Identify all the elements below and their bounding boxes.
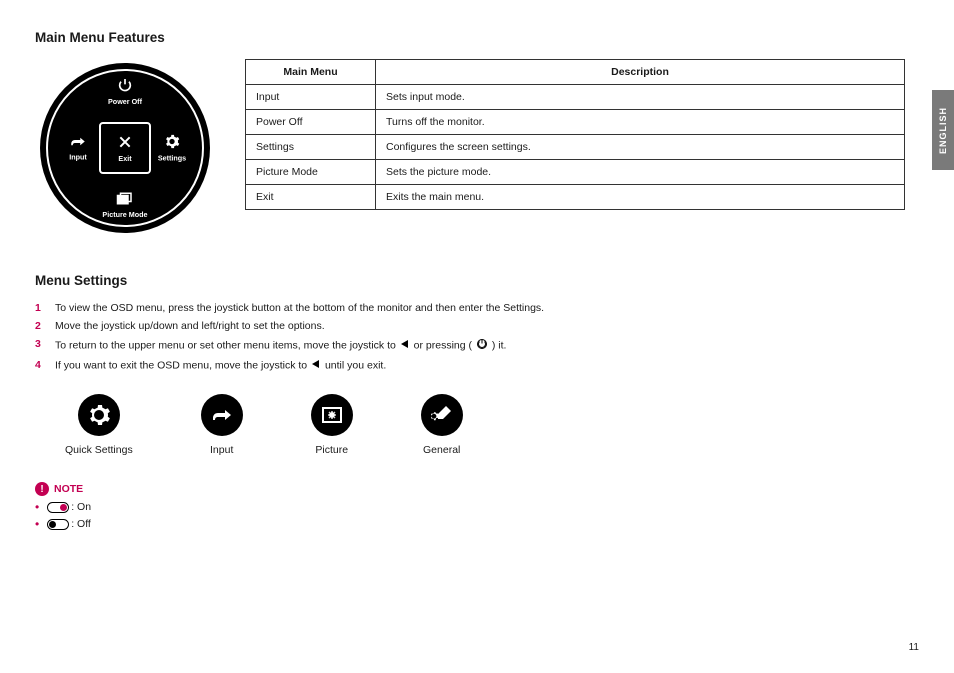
osd-dial: Power Off Input Settings xyxy=(40,63,210,233)
instruction-number: 4 xyxy=(35,359,45,371)
dial-bottom: Picture Mode xyxy=(101,191,149,219)
category-quick-settings: Quick Settings xyxy=(65,394,133,456)
table-cell-name: Input xyxy=(246,85,376,110)
section-title-menu-settings: Menu Settings xyxy=(35,273,919,288)
input-icon xyxy=(54,135,102,151)
instruction-text: Move the joystick up/down and left/right… xyxy=(55,320,325,332)
table-row: Picture Mode Sets the picture mode. xyxy=(246,160,905,185)
instruction-number: 1 xyxy=(35,302,45,314)
main-menu-features-block: Power Off Input Settings xyxy=(35,59,919,233)
table-cell-name: Exit xyxy=(246,185,376,210)
note-alert-icon: ! xyxy=(35,482,49,496)
table-cell-name: Picture Mode xyxy=(246,160,376,185)
main-menu-table: Main Menu Description Input Sets input m… xyxy=(245,59,905,210)
table-cell-desc: Sets input mode. xyxy=(376,85,905,110)
page-number: 11 xyxy=(909,642,919,653)
table-row: Settings Configures the screen settings. xyxy=(246,135,905,160)
table-cell-name: Settings xyxy=(246,135,376,160)
category-picture: Picture xyxy=(311,394,353,456)
instruction-number: 3 xyxy=(35,338,45,350)
triangle-left-icon xyxy=(311,359,321,372)
instruction-text: If you want to exit the OSD menu, move t… xyxy=(55,359,386,372)
dial-top-label: Power Off xyxy=(108,97,142,106)
triangle-left-icon xyxy=(400,339,410,352)
instruction-number: 2 xyxy=(35,320,45,332)
note-line-off: : Off xyxy=(35,517,919,531)
picture-icon xyxy=(311,394,353,436)
table-cell-desc: Configures the screen settings. xyxy=(376,135,905,160)
table-cell-desc: Sets the picture mode. xyxy=(376,160,905,185)
note-title: NOTE xyxy=(54,483,83,495)
note-off-label: : Off xyxy=(71,518,91,530)
dial-right-label: Settings xyxy=(158,154,186,163)
category-general: General xyxy=(421,394,463,456)
instruction-item: 2 Move the joystick up/down and left/rig… xyxy=(35,320,919,332)
category-label: Quick Settings xyxy=(65,444,133,456)
instruction-item: 3 To return to the upper menu or set oth… xyxy=(35,338,919,353)
note-line-on: : On xyxy=(35,500,919,514)
table-row: Input Sets input mode. xyxy=(246,85,905,110)
table-row: Power Off Turns off the monitor. xyxy=(246,110,905,135)
input-icon xyxy=(201,394,243,436)
gear-icon xyxy=(148,134,196,152)
instruction-item: 4 If you want to exit the OSD menu, move… xyxy=(35,359,919,372)
category-label: Input xyxy=(210,444,233,456)
note-heading: ! NOTE xyxy=(35,482,919,496)
note-block: ! NOTE : On : Off xyxy=(35,482,919,531)
table-cell-desc: Turns off the monitor. xyxy=(376,110,905,135)
dial-right: Settings xyxy=(148,134,196,163)
instruction-text: To return to the upper menu or set other… xyxy=(55,338,506,353)
note-on-label: : On xyxy=(71,501,91,513)
category-label: Picture xyxy=(315,444,348,456)
dial-top: Power Off xyxy=(101,77,149,106)
toggle-off-icon xyxy=(47,519,69,530)
dial-bottom-label: Picture Mode xyxy=(102,210,147,219)
close-x-icon xyxy=(117,134,133,154)
language-tab: ENGLISH xyxy=(932,90,954,170)
table-header-main-menu: Main Menu xyxy=(246,60,376,85)
dial-center: Exit xyxy=(99,122,151,174)
general-icon xyxy=(421,394,463,436)
table-row: Exit Exits the main menu. xyxy=(246,185,905,210)
section-title-main-menu-features: Main Menu Features xyxy=(35,30,919,45)
category-label: General xyxy=(423,444,460,456)
joystick-icon xyxy=(476,338,488,353)
quick-settings-icon xyxy=(78,394,120,436)
dial-left: Input xyxy=(54,135,102,162)
picture-mode-icon xyxy=(101,191,149,208)
osd-dial-diagram: Power Off Input Settings xyxy=(35,59,215,233)
instruction-text: To view the OSD menu, press the joystick… xyxy=(55,302,544,314)
toggle-on-icon xyxy=(47,502,69,513)
settings-categories-row: Quick Settings Input Picture General xyxy=(65,394,919,456)
dial-left-label: Input xyxy=(69,153,87,162)
instruction-item: 1 To view the OSD menu, press the joysti… xyxy=(35,302,919,314)
table-cell-desc: Exits the main menu. xyxy=(376,185,905,210)
instructions-list: 1 To view the OSD menu, press the joysti… xyxy=(35,302,919,372)
category-input: Input xyxy=(201,394,243,456)
dial-center-label: Exit xyxy=(118,154,131,163)
power-icon xyxy=(101,77,149,95)
table-cell-name: Power Off xyxy=(246,110,376,135)
table-header-description: Description xyxy=(376,60,905,85)
